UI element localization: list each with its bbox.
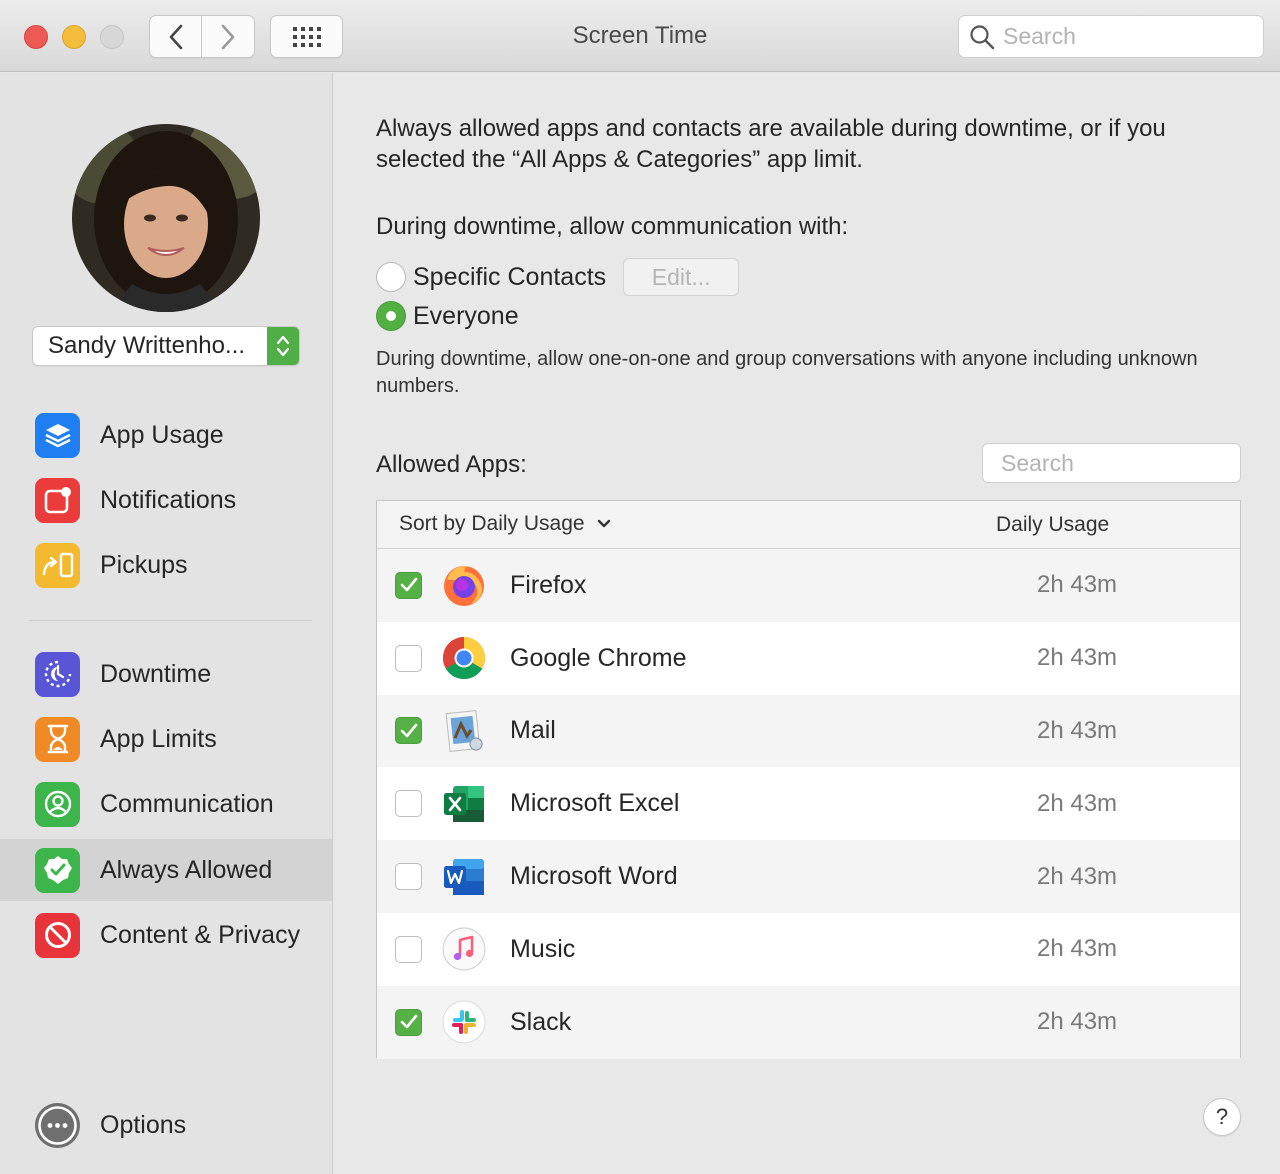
sidebar-item-label: Communication — [100, 789, 274, 818]
sidebar-item-communication[interactable]: Communication — [0, 773, 332, 835]
app-checkbox[interactable] — [395, 790, 422, 818]
intro-text: Always allowed apps and contacts are ava… — [376, 115, 1166, 173]
user-name: Sandy Writtenho... — [48, 332, 245, 359]
radio-label: Everyone — [413, 301, 519, 330]
title-bar: Screen Time — [0, 0, 1280, 72]
sidebar-item-app-usage[interactable]: App Usage — [0, 404, 332, 466]
app-usage: 2h 43m — [1037, 935, 1118, 963]
sidebar-item-label: App Usage — [100, 420, 224, 449]
table-row[interactable]: Slack 2h 43m — [377, 985, 1240, 1059]
apps-search-input[interactable] — [1001, 449, 1241, 477]
app-usage: 2h 43m — [1037, 716, 1118, 744]
radio-button[interactable] — [376, 262, 406, 292]
allowed-apps-label: Allowed Apps: — [376, 451, 527, 478]
sort-menu-button[interactable]: Sort by Daily Usage — [399, 512, 611, 536]
sort-label: Sort by Daily Usage — [399, 512, 585, 535]
app-checkbox[interactable] — [395, 571, 422, 599]
sidebar-item-label: App Limits — [100, 724, 217, 753]
prohibited-icon — [35, 912, 80, 958]
sidebar-item-downtime[interactable]: Downtime — [0, 643, 332, 705]
word-icon — [444, 858, 484, 895]
sidebar-item-pickups[interactable]: Pickups — [0, 534, 332, 596]
app-checkbox[interactable] — [395, 935, 422, 963]
hourglass-icon — [35, 716, 80, 762]
app-checkbox[interactable] — [395, 644, 422, 672]
column-header-daily-usage[interactable]: Daily Usage — [996, 513, 1109, 537]
sidebar-item-options[interactable]: Options — [0, 1094, 332, 1156]
sidebar-item-label: Notifications — [100, 485, 237, 514]
music-icon — [442, 927, 486, 971]
radio-button[interactable] — [376, 301, 406, 331]
sidebar-item-always-allowed[interactable]: Always Allowed — [0, 839, 332, 901]
app-name: Google Chrome — [510, 643, 687, 672]
apps-search[interactable] — [982, 443, 1241, 483]
allowed-apps-table: Sort by Daily Usage Daily Usage Firefox … — [376, 500, 1241, 1059]
table-body: Firefox 2h 43m Google Chrome 2h 43m Mail… — [377, 549, 1240, 1059]
app-name: Mail — [510, 716, 556, 745]
notification-badge-icon — [35, 477, 80, 523]
sidebar-item-notifications[interactable]: Notifications — [0, 469, 332, 531]
app-name: Microsoft Excel — [510, 789, 680, 818]
table-row[interactable]: Music 2h 43m — [377, 913, 1240, 986]
app-usage: 2h 43m — [1037, 789, 1118, 817]
up-down-chevron-icon — [276, 335, 290, 357]
table-row[interactable]: Firefox 2h 43m — [377, 549, 1240, 622]
app-name: Firefox — [510, 570, 587, 599]
layers-icon — [35, 412, 80, 458]
pickup-icon — [35, 542, 80, 588]
app-name: Microsoft Word — [510, 862, 678, 891]
table-header: Sort by Daily Usage Daily Usage — [377, 501, 1240, 549]
checkmark-seal-icon — [35, 847, 80, 893]
app-usage: 2h 43m — [1037, 644, 1118, 672]
sidebar-item-label: Pickups — [100, 550, 188, 579]
app-checkbox[interactable] — [395, 717, 422, 745]
app-checkbox[interactable] — [395, 1008, 422, 1036]
app-usage: 2h 43m — [1037, 571, 1118, 599]
user-select-stepper[interactable] — [267, 327, 299, 365]
app-name: Music — [510, 934, 576, 963]
downtime-help-text: During downtime, allow one-on-one and gr… — [376, 348, 1198, 397]
radio-label: Specific Contacts — [413, 262, 607, 291]
preferences-search-input[interactable] — [1003, 23, 1243, 50]
slack-icon — [442, 1000, 486, 1044]
app-usage: 2h 43m — [1037, 862, 1118, 890]
chrome-icon — [442, 637, 486, 680]
person-circle-icon — [35, 781, 80, 827]
user-select[interactable]: Sandy Writtenho... — [32, 326, 300, 366]
downtime-communication-label: During downtime, allow communication wit… — [376, 213, 849, 240]
downtime-icon — [35, 651, 80, 697]
search-icon — [970, 24, 995, 49]
sidebar-item-label: Content & Privacy — [100, 920, 301, 949]
sidebar-divider — [29, 620, 312, 621]
app-name: Slack — [510, 1007, 572, 1036]
preferences-search[interactable] — [958, 15, 1264, 58]
sidebar-item-label: Downtime — [100, 659, 212, 688]
help-button[interactable]: ? — [1203, 1098, 1241, 1136]
app-usage: 2h 43m — [1037, 1008, 1118, 1036]
sidebar-item-label: Always Allowed — [100, 855, 273, 884]
ellipsis-circle-icon — [35, 1102, 80, 1148]
user-avatar — [72, 124, 260, 312]
table-row[interactable]: Google Chrome 2h 43m — [377, 622, 1240, 695]
edit-contacts-button[interactable]: Edit... — [623, 258, 740, 296]
table-row[interactable]: Mail 2h 43m — [377, 694, 1240, 768]
radio-specific-contacts[interactable]: Specific Contacts Edit... — [376, 258, 740, 296]
app-checkbox[interactable] — [395, 863, 422, 891]
mail-icon — [445, 709, 483, 752]
radio-everyone[interactable]: Everyone — [376, 301, 519, 331]
sidebar: Sandy Writtenho... App Usage Notificatio… — [0, 73, 333, 1174]
table-row[interactable]: Microsoft Excel 2h 43m — [377, 767, 1240, 840]
chevron-down-icon — [597, 519, 610, 528]
table-row[interactable]: Microsoft Word 2h 43m — [377, 840, 1240, 913]
sidebar-item-content-privacy[interactable]: Content & Privacy — [0, 904, 332, 966]
sidebar-item-app-limits[interactable]: App Limits — [0, 708, 332, 770]
main-panel: Always allowed apps and contacts are ava… — [334, 73, 1280, 1174]
sidebar-item-label: Options — [100, 1110, 187, 1139]
excel-icon — [444, 785, 484, 822]
firefox-icon — [444, 566, 484, 607]
